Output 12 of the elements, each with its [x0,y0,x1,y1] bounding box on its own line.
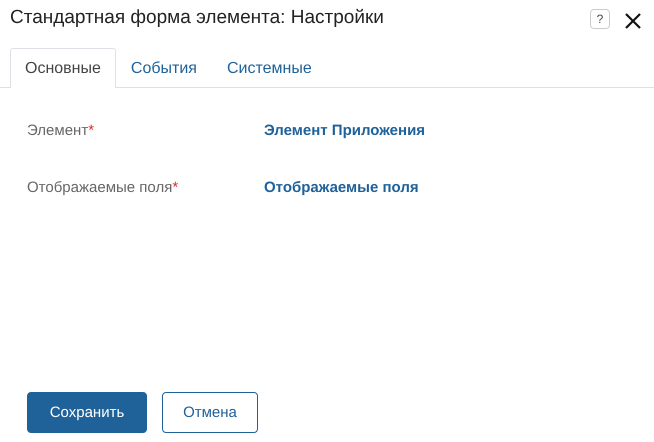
tab[interactable]: Системные [212,49,327,88]
cancel-button[interactable]: Отмена [162,392,258,433]
tab[interactable]: События [116,49,212,88]
tab[interactable]: Основные [10,48,116,88]
dialog-title: Стандартная форма элемента: Настройки [10,7,385,29]
field-label: Элемент* [27,122,96,138]
field-link[interactable]: Отображаемые поля [264,178,419,196]
close-icon[interactable] [624,12,642,30]
field-label: Отображаемые поля* [27,178,180,196]
help-button[interactable]: ? [590,9,610,29]
save-button[interactable]: Сохранить [27,392,147,433]
field-link[interactable]: Элемент Приложения [264,122,426,138]
